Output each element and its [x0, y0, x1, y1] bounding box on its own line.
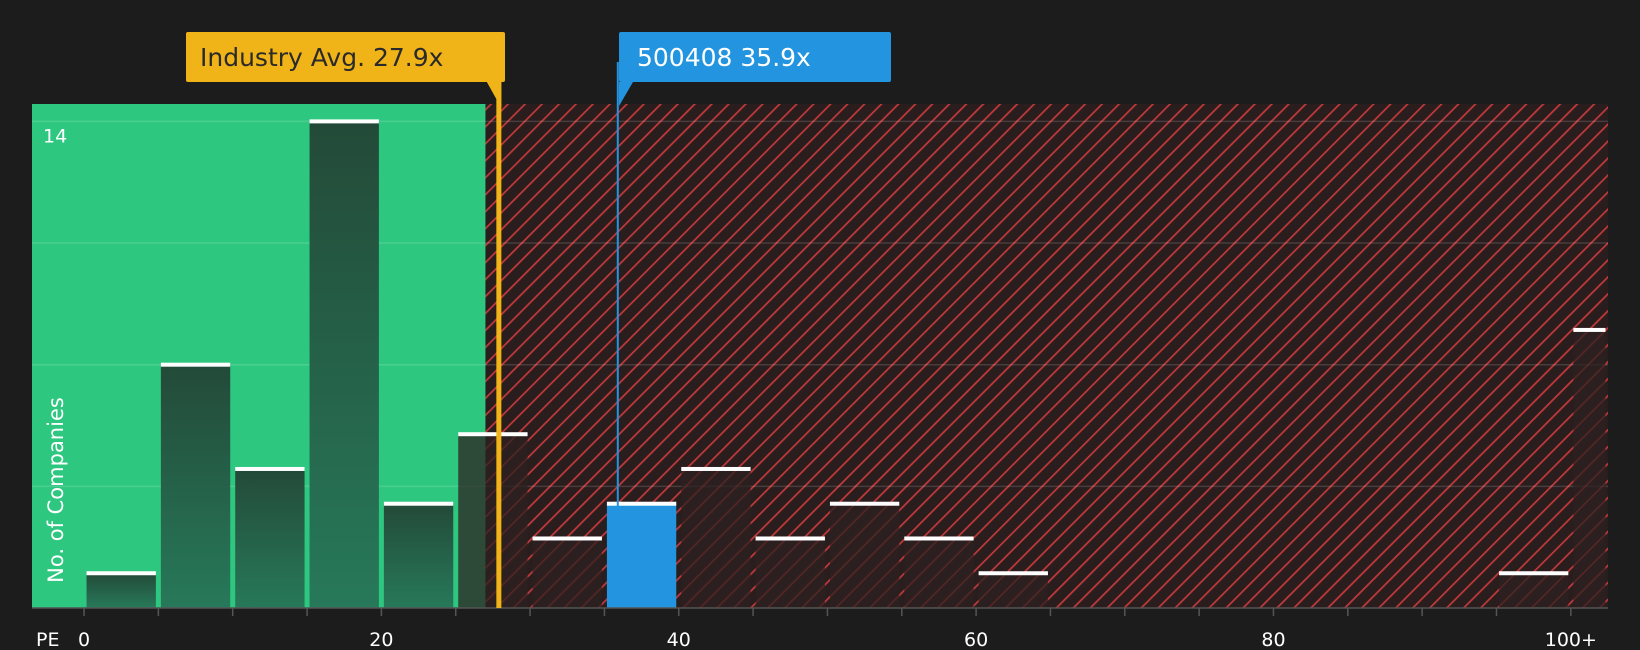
bar-bin-8 [681, 468, 751, 608]
bar-cap-3 [309, 119, 379, 124]
bar-cap-20 [1573, 327, 1606, 332]
bar-bin-1 [160, 364, 231, 608]
bar-bin-3 [309, 121, 379, 609]
industry-avg-line [496, 62, 502, 608]
bar-cap-11 [904, 536, 974, 541]
pe-distribution-chart: 0 20 40 60 80 100+ PE 14 No. of Companies Indust… [32, 32, 1609, 650]
bar-cap-19 [1498, 571, 1569, 576]
industry-avg-label: Industry Avg. 27.9x [200, 43, 443, 72]
bar-company-bin [606, 503, 677, 608]
x-tick-label: 20 [369, 629, 393, 650]
y-tick-label: 14 [43, 125, 67, 147]
bar-cap-10 [829, 501, 900, 506]
bar-bin-9 [755, 538, 825, 608]
bar-bin-6 [532, 538, 602, 608]
x-tick-label: 100+ [1545, 629, 1597, 650]
company-pe-label: 500408 35.9x [637, 43, 811, 72]
bar-cap-1 [160, 362, 231, 367]
x-tick-label: 60 [964, 629, 988, 650]
company-pe-pointer [619, 82, 633, 106]
x-tick-label: 40 [667, 629, 691, 650]
company-pe-line [616, 62, 619, 506]
bar-bin-12 [978, 573, 1048, 608]
bar-bin-4 [383, 503, 454, 608]
x-tick-label: 0 [78, 629, 90, 650]
bar-cap-4 [383, 501, 454, 506]
y-axis-label: No. of Companies [44, 397, 68, 583]
bar-cap-12 [978, 571, 1048, 576]
bar-bin-5 [458, 434, 528, 608]
bar-bin-10 [829, 503, 900, 608]
bar-cap-8 [681, 466, 751, 471]
bar-bin-2 [235, 468, 305, 608]
bar-cap-2 [235, 466, 305, 471]
bar-cap-5 [458, 432, 528, 437]
bar-cap-0 [86, 571, 156, 576]
bar-bin-20 [1573, 329, 1606, 608]
x-tick-label: 80 [1261, 629, 1285, 650]
bar-bin-0 [86, 573, 156, 608]
bar-cap-9 [755, 536, 825, 541]
bar-bin-19 [1498, 573, 1569, 608]
bar-cap-6 [532, 536, 602, 541]
bar-bin-11 [904, 538, 974, 608]
x-axis-label: PE [36, 629, 59, 650]
